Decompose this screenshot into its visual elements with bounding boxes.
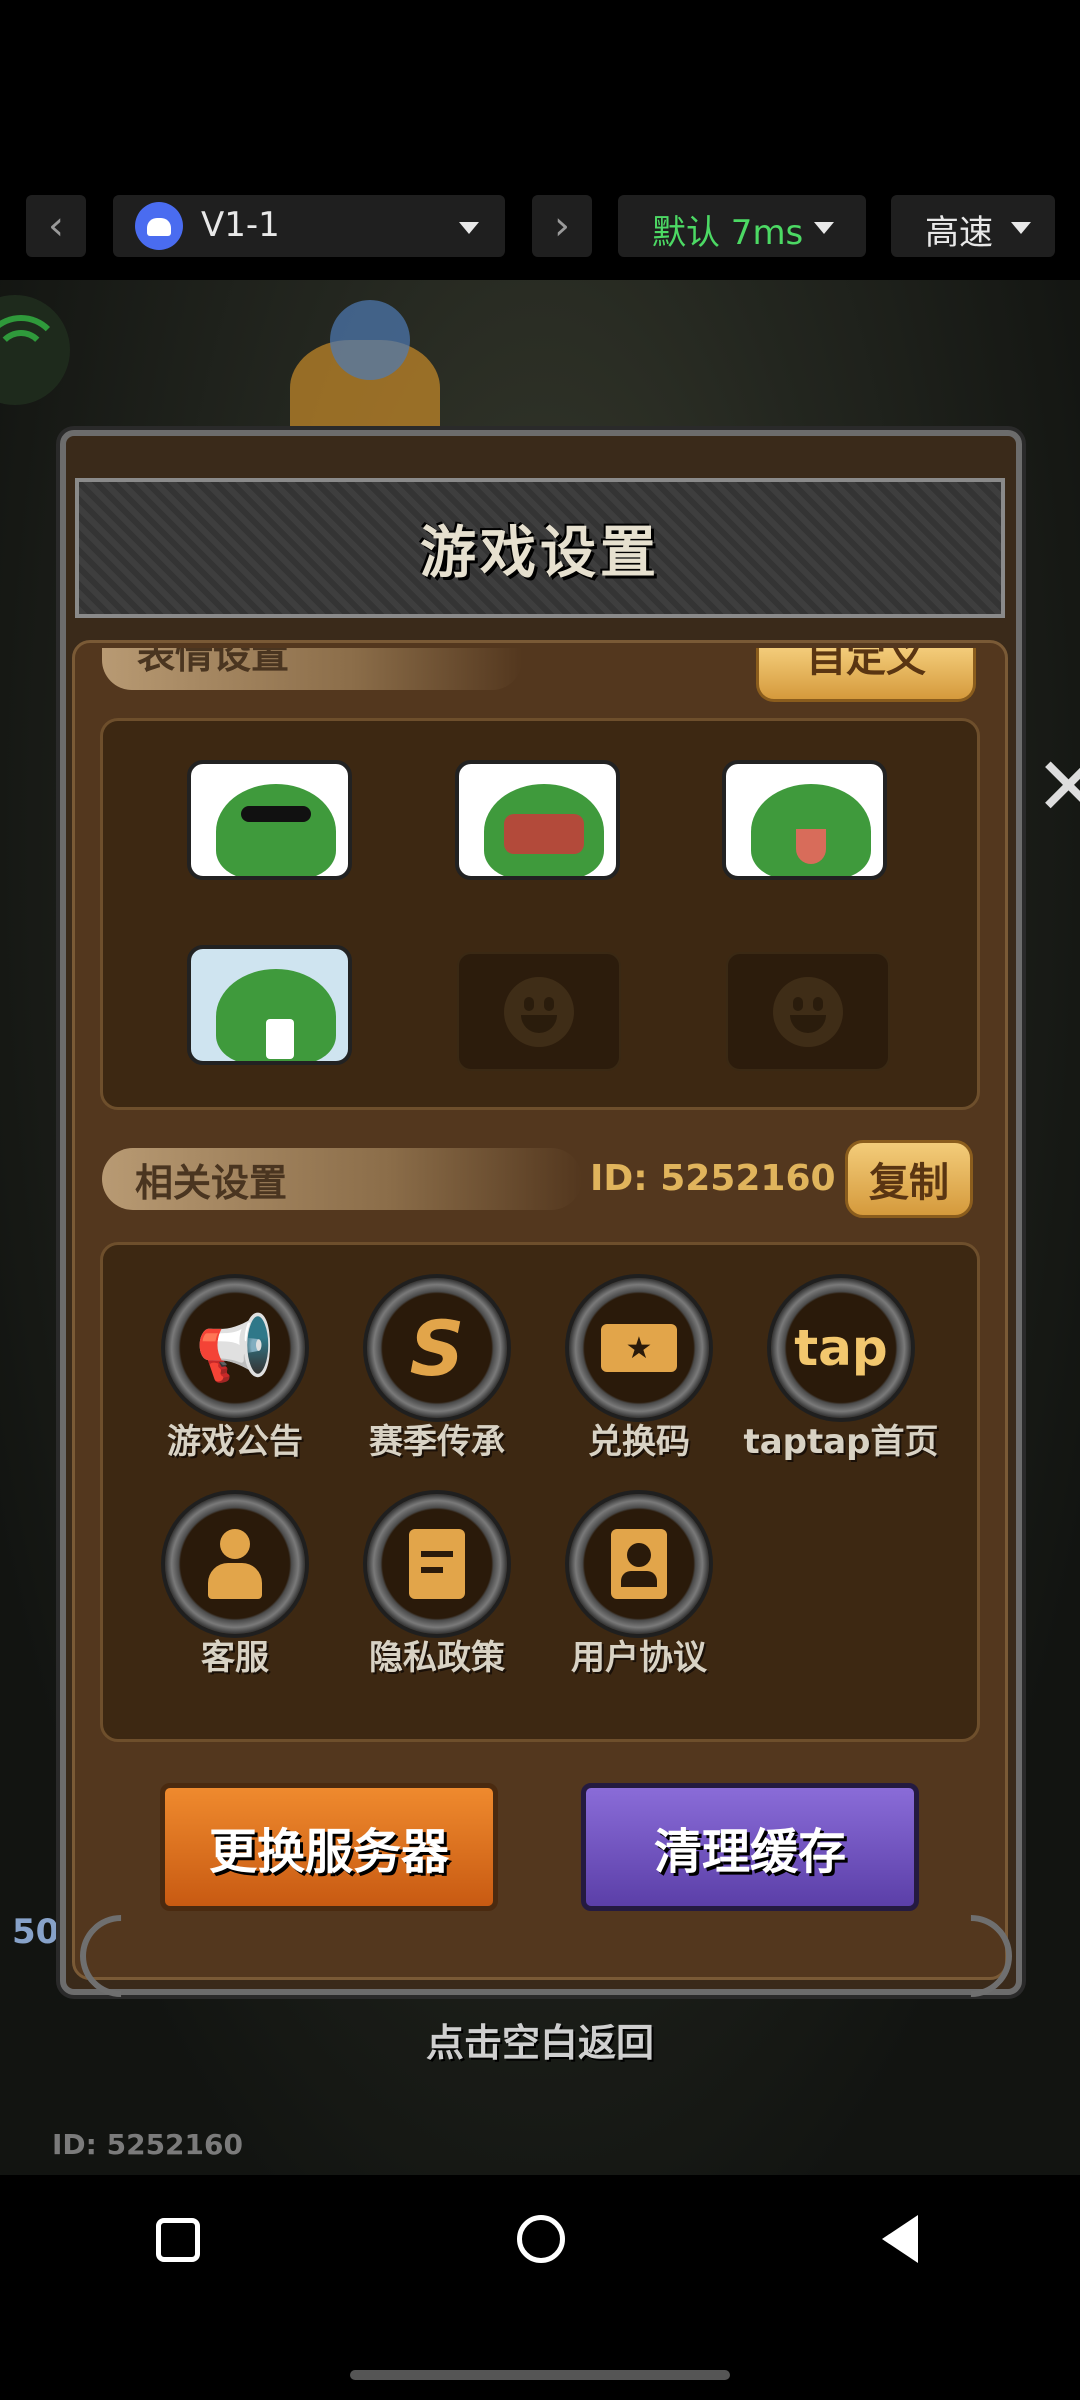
frog-sunglasses-emote[interactable] (187, 760, 352, 880)
user-agreement-button[interactable] (569, 1494, 709, 1634)
smiley-icon (773, 976, 843, 1047)
announcement-label: 游戏公告 (167, 1422, 303, 1462)
dropdown-caret-icon (814, 222, 834, 234)
smiley-icon (504, 976, 574, 1047)
privacy-policy-button[interactable] (367, 1494, 507, 1634)
speed-label: 高速 (925, 213, 993, 253)
taptap-logo-icon: tap (794, 1319, 888, 1377)
ticket-icon: ★ (601, 1324, 677, 1372)
dialog-title: 游戏设置 (420, 520, 660, 586)
redeem-code-button[interactable]: ★ (569, 1278, 709, 1418)
chevron-right-icon: › (554, 203, 570, 249)
empty-emote-slot[interactable] (457, 952, 621, 1071)
privacy-policy-label: 隐私政策 (369, 1638, 505, 1678)
system-navigation-bar (0, 2175, 1080, 2355)
announcement-button[interactable]: 📢 (165, 1278, 305, 1418)
device-selector[interactable]: V1-1 (113, 195, 505, 257)
network-label: 默认 7ms (652, 213, 804, 253)
home-indicator-bar[interactable] (350, 2370, 730, 2380)
dropdown-caret-icon (459, 222, 479, 234)
user-card-icon (611, 1529, 667, 1599)
taptap-label: taptap首页 (743, 1422, 939, 1462)
home-button[interactable] (517, 2215, 565, 2263)
footer-user-id: ID: 5252160 (52, 2128, 243, 2161)
copy-label: 复制 (869, 1160, 949, 1206)
back-button[interactable] (882, 2215, 918, 2263)
customer-service-icon (208, 1529, 262, 1599)
document-icon (409, 1529, 465, 1599)
megaphone-icon: 📢 (195, 1311, 275, 1386)
dropdown-caret-icon (1011, 222, 1031, 234)
season-s-icon: S (409, 1303, 465, 1393)
close-x-icon[interactable]: ✕ (1035, 740, 1080, 833)
tap-blank-to-return-hint[interactable]: 点击空白返回 (0, 2012, 1080, 2067)
prev-button[interactable]: ‹ (26, 195, 86, 257)
network-selector[interactable]: 默认 7ms (618, 195, 866, 257)
user-id-label: ID: 5252160 (590, 1158, 836, 1199)
speed-selector[interactable]: 高速 (891, 195, 1055, 257)
change-server-button[interactable]: 更换服务器 (160, 1783, 498, 1911)
change-server-label: 更换服务器 (208, 1824, 449, 1880)
clear-cache-label: 清理缓存 (653, 1824, 846, 1880)
status-fragment: 50 (12, 1912, 60, 1952)
frog-tongue-emote[interactable] (722, 760, 887, 880)
recents-button[interactable] (156, 2218, 200, 2262)
device-label: V1-1 (201, 205, 280, 245)
related-settings-label: 相关设置 (135, 1161, 288, 1205)
frog-shout-emote[interactable] (455, 760, 620, 880)
taptap-button[interactable]: tap (771, 1278, 911, 1418)
frog-cry-emote[interactable] (187, 945, 352, 1065)
next-button[interactable]: › (532, 195, 592, 257)
customize-label: 自定义 (806, 648, 926, 681)
empty-emote-slot[interactable] (726, 952, 890, 1071)
android-icon (135, 202, 183, 250)
dialog-titlebar: 游戏设置 (75, 478, 1005, 618)
chevron-left-icon: ‹ (48, 203, 64, 249)
season-inherit-button[interactable]: S (367, 1278, 507, 1418)
customer-service-label: 客服 (201, 1638, 269, 1678)
user-agreement-label: 用户协议 (571, 1638, 707, 1678)
redeem-code-label: 兑换码 (588, 1422, 690, 1462)
character-head (330, 300, 410, 380)
customize-button[interactable]: 自定义 (756, 648, 976, 702)
clear-cache-button[interactable]: 清理缓存 (581, 1783, 919, 1911)
emotes-header-label: 表情设置 (137, 648, 290, 677)
emotes-header-banner: 表情设置 (102, 648, 522, 690)
copy-button[interactable]: 复制 (845, 1140, 973, 1218)
customer-service-button[interactable] (165, 1494, 305, 1634)
season-inherit-label: 赛季传承 (369, 1422, 505, 1462)
